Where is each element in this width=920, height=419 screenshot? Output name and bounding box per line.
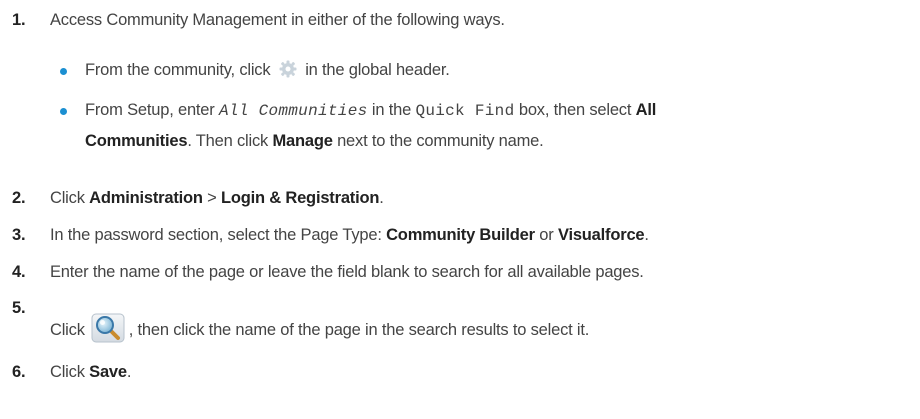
step-number: 2. — [12, 189, 26, 207]
step-number: 4. — [12, 263, 26, 281]
gear-icon — [279, 60, 297, 78]
code-quick-find: Quick Find — [415, 102, 515, 120]
search-lookup-icon — [91, 313, 125, 343]
step-number: 3. — [12, 226, 26, 244]
step-text: Enter the name of the page or leave the … — [50, 263, 644, 281]
code-all-communities: All Communities — [218, 102, 368, 120]
step-number: 6. — [12, 363, 26, 381]
instruction-list: 1. Access Community Management in either… — [12, 11, 657, 381]
bullet-dot — [60, 108, 67, 115]
step-number: 5. — [12, 299, 26, 317]
step-text: Access Community Management in either of… — [50, 11, 505, 29]
bullet-dot — [60, 68, 67, 75]
step-number: 1. — [12, 11, 26, 29]
